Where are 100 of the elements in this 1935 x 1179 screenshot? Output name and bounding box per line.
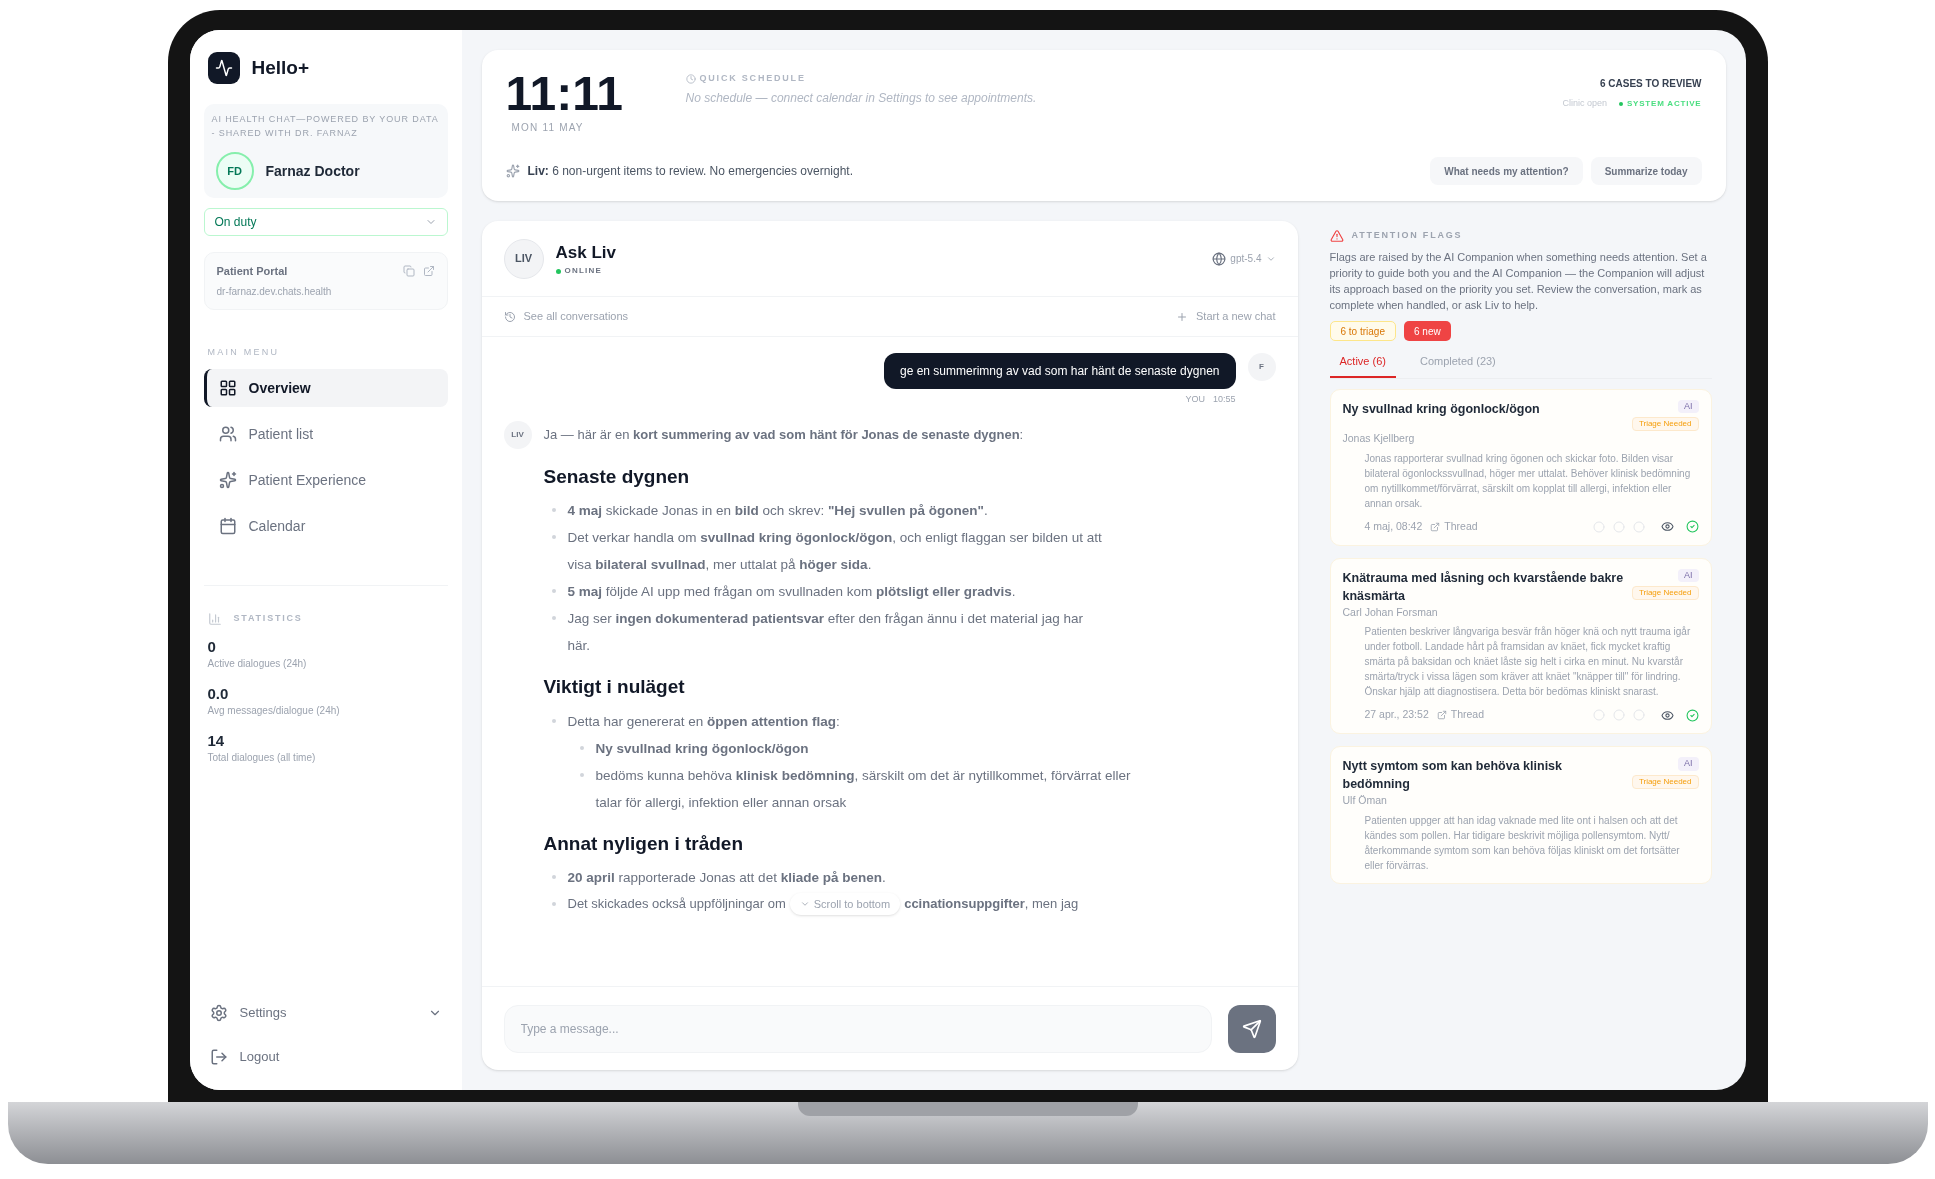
list-text: 4 maj skickade Jonas in en bild och skrev: "Hej svullen på ögonen".: [567, 502, 988, 520]
flag-patient: Carl Johan Forsman: [1342, 604, 1439, 620]
flags-tab[interactable]: Active (6): [1329, 353, 1396, 378]
brand-name: Hello+: [251, 55, 310, 80]
list-text: Jag ser ingen dokumenterad patientsvar efter den frågan ännu i det material jag har här.: [567, 610, 1084, 655]
users-icon: [218, 425, 237, 443]
model-select[interactable]: gpt-5.4: [1212, 251, 1276, 266]
menu-item[interactable]: Patient Experience: [203, 461, 448, 499]
flag-date: 27 apr., 23:52: [1364, 707, 1429, 723]
menu-item[interactable]: Overview: [203, 369, 448, 407]
grid-icon: [218, 379, 237, 397]
clock-time: 11:11: [505, 68, 624, 120]
message-sender: YOU: [1185, 393, 1205, 406]
flags-title: ATTENTION FLAGS: [1351, 229, 1463, 243]
avatar-initials: LIV: [503, 420, 532, 449]
chat-title: Ask Liv: [555, 241, 616, 264]
avatar-initials: FD: [215, 152, 254, 190]
clock-date: MON 11 MAY: [510, 121, 585, 135]
flag-card[interactable]: [1329, 746, 1712, 884]
eye-icon[interactable]: [1660, 708, 1674, 722]
flag-body: Patienten uppger att han idag vaknade med lite ont i halsen och att det kändes som pollen. Har tidigare beskrivit möjliga pollensymtom. Nytt/återkommande symtom som kan behöva följas kliniskt om det fortsätter eller förvärras.: [1363, 813, 1681, 873]
list-text: Ny svullnad kring ögonlock/ögon: [595, 739, 809, 758]
copy-icon[interactable]: [402, 265, 415, 278]
eye-icon[interactable]: [1660, 520, 1674, 534]
chart-icon: [207, 612, 222, 626]
list-text: 20 april rapporterade Jonas att det kliade på benen.: [567, 869, 886, 887]
see-all-conversations-link[interactable]: See all conversations: [503, 308, 629, 325]
avatar-initials: LIV: [503, 238, 544, 279]
quick-action-button[interactable]: What needs my attention?: [1430, 157, 1583, 185]
flag-patient: Ulf Öman: [1342, 793, 1388, 808]
portal-url[interactable]: dr-farnaz.dev.chats.health: [216, 283, 435, 299]
online-status: ONLINE: [564, 265, 602, 278]
sidebar-bottom-item[interactable]: Settings: [203, 998, 448, 1028]
user-name: Farnaz Doctor: [265, 161, 360, 181]
duty-select[interactable]: On duty: [203, 208, 448, 236]
message-time: 10:55: [1212, 393, 1236, 406]
list-text: 5 maj följde AI upp med frågan om svullnaden kom plötsligt eller gradvis.: [567, 583, 1016, 601]
send-icon: [1241, 1018, 1262, 1039]
menu-item[interactable]: Calendar: [203, 507, 448, 545]
history-icon: [503, 310, 516, 323]
portal-title: Patient Portal: [216, 264, 288, 279]
settings-icon: [209, 1004, 228, 1022]
count-badge: 6 to triage: [1329, 321, 1396, 341]
external-link-icon: [1436, 710, 1447, 721]
sidebar-bottom-item[interactable]: Logout: [203, 1042, 448, 1072]
list-text: ccinationsuppgifter, men jag: [904, 895, 1079, 913]
flag-title: Knätrauma med låsning och kvarstående bakre knäsmärta: [1342, 569, 1624, 605]
check-circle-icon[interactable]: [1685, 520, 1699, 534]
clock-icon: [685, 73, 696, 84]
reply-heading: Senaste dygnen: [543, 464, 691, 489]
reply-heading: Annat nyligen i tråden: [543, 831, 745, 856]
stat-value: 0.0: [207, 685, 230, 703]
flag-date: 4 maj, 08:42: [1364, 518, 1423, 534]
external-link-icon[interactable]: [422, 265, 435, 278]
count-badge: 6 new: [1404, 321, 1451, 341]
source-badge: AI: [1678, 568, 1699, 582]
new-chat-button[interactable]: Start a new chat: [1176, 308, 1276, 325]
stat-label: Active dialogues (24h): [207, 657, 308, 671]
list-text: Det skickades också uppföljningar om: [567, 895, 786, 913]
list-text: Det verkar handla om svullnad kring ögonlock/ögon, och enligt flaggan ser bilden ut att visa bilateral svullnad, mer uttalat på höger sida.: [567, 529, 1103, 574]
flag-body: Patienten beskriver långvariga besvär från höger knä och nytt trauma igår under fotboll. Landade hårt på framsidan av knäet, fick mycket kraftig smärta på baksidan och knäet låste sig helt i cirka en minut. Nu kvarstår smärta/tryck i vissa lägen som kräver att knäet "knäpper till" för lindring. Önskar hjälp att diagnostisera. Detta bör bedömas kliniskt snarast.: [1363, 625, 1692, 700]
flag-title: Ny svullnad kring ögonlock/ögon: [1342, 400, 1541, 418]
external-link-icon: [1430, 521, 1441, 532]
tagline: AI HEALTH CHAT—POWERED BY YOUR DATA - SHARED WITH DR. FARNAZ: [211, 113, 440, 140]
reply-intro: Ja — här är en kort summering av vad som hänt för Jonas de senaste dygnen:: [543, 425, 1025, 444]
chevron-down-icon: [799, 899, 810, 909]
user-message-bubble: ge en summerimng av vad som har hänt de senaste dygnen: [883, 353, 1236, 389]
logo-icon: [207, 52, 240, 84]
list-text: bedöms kunna behöva klinisk bedömning, särskilt om det är nytillkommet, förvärrat eller talar för allergi, infektion eller annan orsak: [595, 766, 1132, 812]
stat-label: Total dialogues (all time): [207, 751, 317, 765]
stats-title: STATISTICS: [233, 612, 303, 626]
thread-link[interactable]: Thread: [1430, 518, 1478, 535]
system-status: SYSTEM ACTIVE: [1626, 97, 1702, 110]
plus-icon: [1176, 310, 1188, 323]
thread-link[interactable]: Thread: [1436, 707, 1484, 723]
flag-body: Jonas rapporterar svullnad kring ögonen och skickar foto. Bilden visar bilateral ögonlockssvullnad, höger mer uttalat. Behöver klinisk bedömning om nytillkommet/förvärrat, särskilt om kopplat till allergi, infektion eller annan orsak.: [1363, 451, 1692, 511]
flags-description: Flags are raised by the AI Companion when something needs attention. Set a priority to guide both you and the AI Companion — the Companion will adjust its approach based on the priority you set. Review the conversation, mark as complete when handled, or ask Liv to help.: [1329, 250, 1708, 313]
schedule-text: No schedule — connect calendar in Settings to see appointments.: [685, 89, 1038, 107]
quick-action-button[interactable]: Summarize today: [1590, 157, 1702, 185]
source-badge: AI: [1678, 757, 1699, 771]
check-circle-icon[interactable]: [1685, 708, 1699, 722]
send-button[interactable]: [1227, 1004, 1276, 1053]
status-badge: Triage Needed: [1631, 417, 1699, 431]
sparkles-icon: [218, 471, 237, 489]
warning-icon: [1329, 229, 1344, 243]
avatar-initials: F: [1247, 353, 1276, 381]
calendar-icon: [218, 517, 237, 535]
status-badge: Triage Needed: [1631, 774, 1699, 789]
reply-heading: Viktigt i nuläget: [543, 675, 686, 699]
list-text: Detta har genererat en öppen attention flag:: [567, 712, 840, 731]
sparkles-icon: [505, 164, 520, 178]
flag-patient: Jonas Kjellberg: [1342, 431, 1416, 446]
logout-icon: [209, 1048, 228, 1066]
flags-tab[interactable]: Completed (23): [1419, 353, 1496, 378]
globe-icon: [1212, 251, 1227, 266]
message-input[interactable]: Type a message...: [503, 1004, 1212, 1053]
scroll-to-bottom-button[interactable]: Scroll to bottom: [789, 893, 901, 915]
menu-item[interactable]: Patient list: [203, 415, 448, 453]
menu-title: MAIN MENU: [206, 345, 281, 359]
stat-value: 14: [207, 732, 226, 750]
